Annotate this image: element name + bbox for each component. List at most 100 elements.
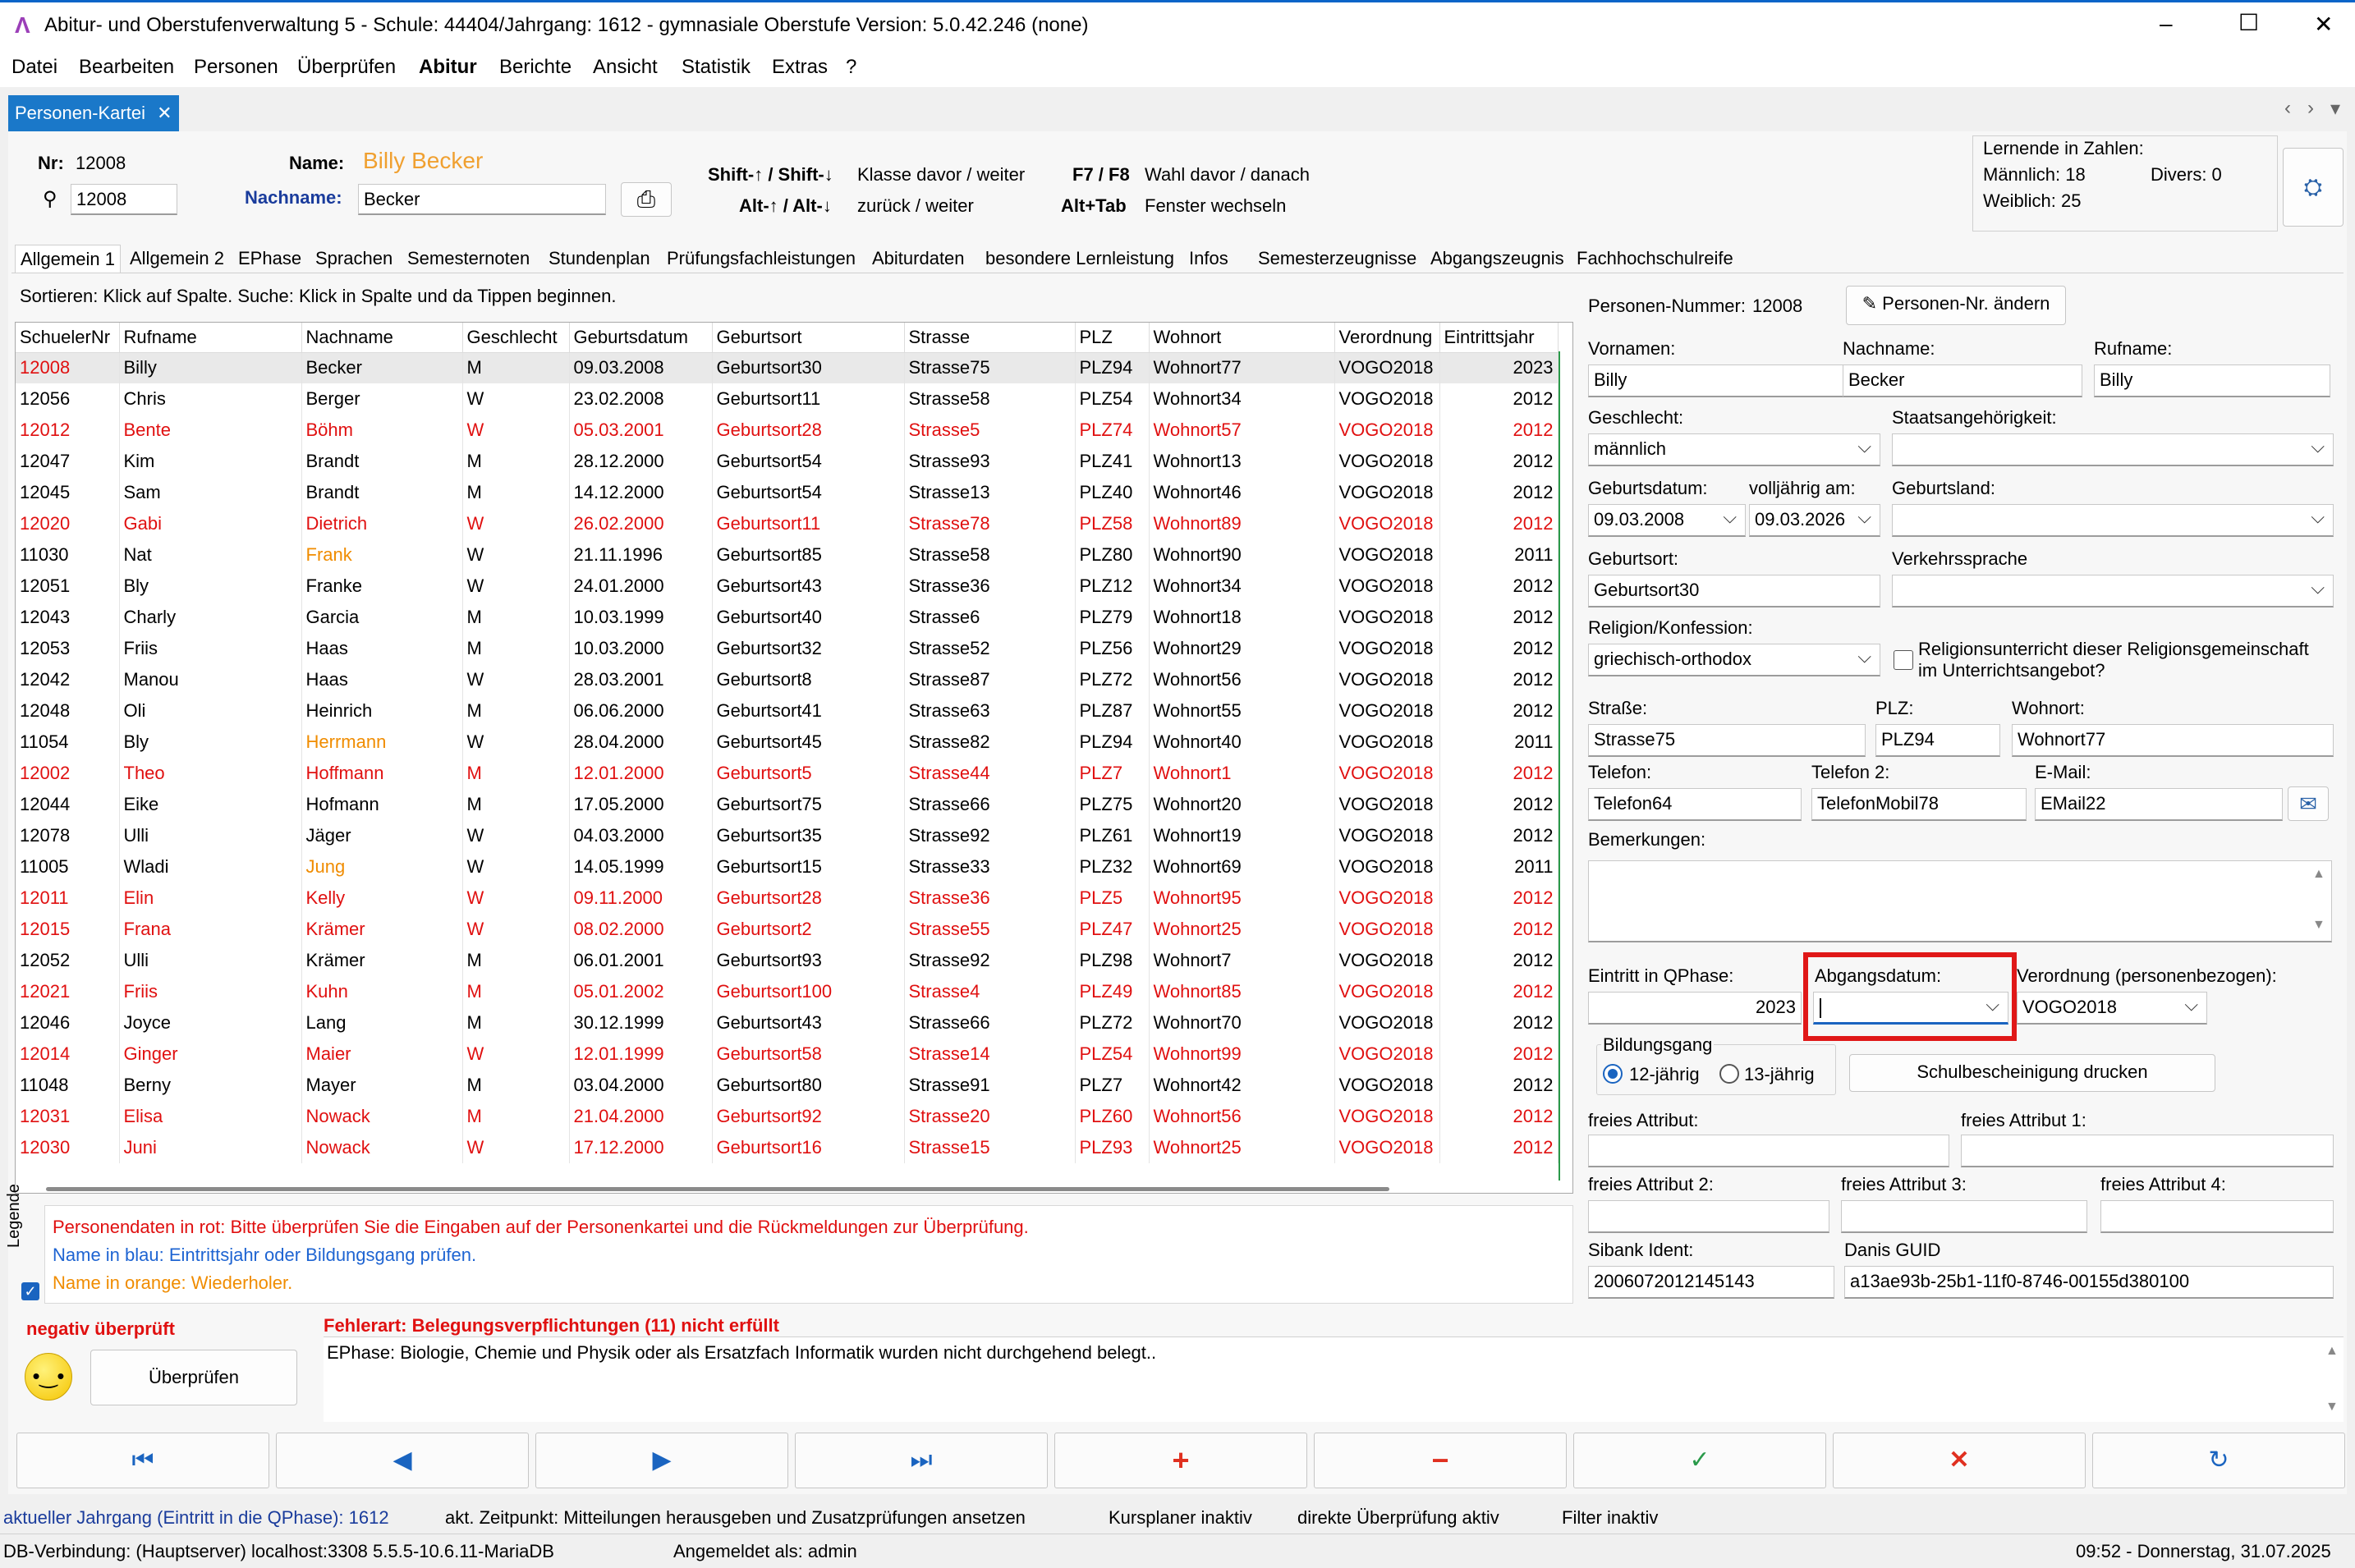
table-row[interactable]: 11054 Bly Herrmann W 28.04.2000 Geburtsort45 S…: [16, 727, 1559, 758]
menu-ansicht[interactable]: Ansicht: [593, 56, 658, 79]
tab-abgangszeugnis[interactable]: Abgangszeugnis: [1425, 245, 1569, 273]
verkehrssprache-select[interactable]: [1892, 575, 2334, 607]
refresh-button[interactable]: ↻: [2092, 1433, 2345, 1488]
bemerkungen-scroll-down-icon[interactable]: ▼: [2312, 918, 2325, 933]
bildungsgang-12-radio[interactable]: [1603, 1064, 1623, 1084]
geburtsdatum-picker[interactable]: 09.03.2008: [1588, 504, 1746, 537]
wohnort-input[interactable]: Wohnort77: [2012, 724, 2334, 757]
vornamen-input[interactable]: Billy: [1588, 364, 1874, 397]
table-row[interactable]: 12044 Eike Hofmann M 17.05.2000 Geburtsort75 S…: [16, 789, 1559, 820]
delete-record-button[interactable]: −: [1314, 1433, 1567, 1488]
tab-personen-kartei[interactable]: Personen-Kartei ✕: [8, 95, 179, 131]
menu-ueberpruefen[interactable]: Überprüfen: [297, 56, 396, 79]
save-record-button[interactable]: ✓: [1573, 1433, 1826, 1488]
table-row[interactable]: 12008 Billy Becker M 09.03.2008 Geburtsort30 S…: [16, 352, 1559, 383]
table-row[interactable]: 12021 Friis Kuhn M 05.01.2002 Geburtsort100 St…: [16, 976, 1559, 1007]
table-row[interactable]: 12031 Elisa Nowack M 21.04.2000 Geburtsort92 S…: [16, 1101, 1559, 1132]
menu-bearbeiten[interactable]: Bearbeiten: [79, 56, 174, 79]
plz-input[interactable]: PLZ94: [1875, 724, 2000, 757]
tab-fachhochschulreife[interactable]: Fachhochschulreife: [1572, 245, 1738, 273]
column-header[interactable]: Verordnung: [1334, 323, 1440, 353]
error-scroll-up-icon[interactable]: ▲: [2325, 1344, 2339, 1359]
tab-ephase[interactable]: EPhase: [233, 245, 306, 273]
telefon2-input[interactable]: TelefonMobil78: [1811, 788, 2027, 821]
email-input[interactable]: EMail22: [2035, 788, 2283, 821]
tab-besondere-lernleistung[interactable]: besondere Lernleistung: [980, 245, 1179, 273]
volljaehrig-picker[interactable]: 09.03.2026: [1749, 504, 1880, 537]
column-header[interactable]: Nachname: [301, 323, 463, 353]
tab-semesterzeugnisse[interactable]: Semesterzeugnisse: [1253, 245, 1421, 273]
tab-allgemein-1[interactable]: Allgemein 1: [15, 245, 121, 273]
tab-allgemein-2[interactable]: Allgemein 2: [125, 245, 229, 273]
nachname-header-input[interactable]: Becker: [358, 184, 606, 215]
telefon-input[interactable]: Telefon64: [1588, 788, 1802, 821]
table-row[interactable]: 12048 Oli Heinrich M 06.06.2000 Geburtsort41 S…: [16, 695, 1559, 727]
tab-stundenplan[interactable]: Stundenplan: [544, 245, 655, 273]
ueberpruefen-button[interactable]: Überprüfen: [90, 1350, 297, 1405]
maximize-button[interactable]: ☐: [2238, 9, 2259, 36]
table-row[interactable]: 11005 Wladi Jung W 14.05.1999 Geburtsort15 Str…: [16, 851, 1559, 883]
table-row[interactable]: 12014 Ginger Maier W 12.01.1999 Geburtsort58 S…: [16, 1038, 1559, 1070]
table-row[interactable]: 12012 Bente Böhm W 05.03.2001 Geburtsort28 Str…: [16, 415, 1559, 446]
geschlecht-select[interactable]: männlich: [1588, 433, 1880, 466]
bemerkungen-textarea[interactable]: [1588, 860, 2332, 942]
tab-scroll-left-icon[interactable]: ‹: [2284, 97, 2291, 120]
table-row[interactable]: 12052 Ulli Krämer M 06.01.2001 Geburtsort93 St…: [16, 945, 1559, 976]
column-header[interactable]: Geburtsort: [712, 323, 905, 353]
close-window-button[interactable]: ✕: [2314, 11, 2333, 38]
table-row[interactable]: 12042 Manou Haas W 28.03.2001 Geburtsort8 Stra…: [16, 664, 1559, 695]
column-header[interactable]: Wohnort: [1149, 323, 1335, 353]
staatsangehoerigkeit-select[interactable]: [1892, 433, 2334, 466]
close-tab-icon[interactable]: ✕: [157, 103, 172, 123]
attr1-input[interactable]: [1961, 1135, 2334, 1167]
attr-input[interactable]: [1588, 1135, 1949, 1167]
religion-checkbox[interactable]: [1894, 650, 1913, 670]
table-row[interactable]: 12078 Ulli Jäger W 04.03.2000 Geburtsort35 Str…: [16, 820, 1559, 851]
table-row[interactable]: 12051 Bly Franke W 24.01.2000 Geburtsort43 Str…: [16, 571, 1559, 602]
attr4-input[interactable]: [2100, 1200, 2334, 1233]
sibank-input[interactable]: 2006072012145143: [1588, 1266, 1834, 1299]
column-header[interactable]: Eintrittsjahr: [1439, 323, 1559, 353]
tab-list-icon[interactable]: ▾: [2330, 97, 2340, 121]
column-header[interactable]: Strasse: [904, 323, 1076, 353]
schulbescheinigung-button[interactable]: Schulbescheinigung drucken: [1849, 1054, 2215, 1092]
column-header[interactable]: PLZ: [1075, 323, 1150, 353]
tab-sprachen[interactable]: Sprachen: [310, 245, 397, 273]
menu-extras[interactable]: Extras: [772, 56, 828, 79]
eintritt-qphase-input[interactable]: 2023: [1588, 992, 1802, 1025]
table-row[interactable]: 12015 Frana Krämer W 08.02.2000 Geburtsort2 St…: [16, 914, 1559, 945]
table-row[interactable]: 12045 Sam Brandt M 14.12.2000 Geburtsort54 Str…: [16, 477, 1559, 508]
table-row[interactable]: 12047 Kim Brandt M 28.12.2000 Geburtsort54 Str…: [16, 446, 1559, 477]
menu-berichte[interactable]: Berichte: [499, 56, 572, 79]
change-personen-nr-button[interactable]: ✎ Personen-Nr. ändern: [1846, 286, 2066, 325]
table-row[interactable]: 12011 Elin Kelly W 09.11.2000 Geburtsort28 Str…: [16, 883, 1559, 914]
table-row[interactable]: 11030 Nat Frank W 21.11.1996 Geburtsort85 Stra…: [16, 539, 1559, 571]
menu-datei[interactable]: Datei: [11, 56, 57, 79]
student-table[interactable]: SchuelerNr Rufname Nachname Geschlecht Gebur…: [15, 322, 1573, 1194]
bemerkungen-scroll-up-icon[interactable]: ▲: [2312, 867, 2325, 882]
menu-abitur[interactable]: Abitur: [419, 56, 477, 79]
geburtsland-select[interactable]: [1892, 504, 2334, 537]
rufname-input[interactable]: Billy: [2094, 364, 2330, 397]
tab-scroll-right-icon[interactable]: ›: [2307, 97, 2314, 120]
next-record-button[interactable]: ▶: [535, 1433, 788, 1488]
table-row[interactable]: 12056 Chris Berger W 23.02.2008 Geburtsort11 S…: [16, 383, 1559, 415]
column-header[interactable]: Geburtsdatum: [569, 323, 713, 353]
menu-help[interactable]: ?: [846, 56, 856, 79]
cancel-edit-button[interactable]: ✕: [1833, 1433, 2086, 1488]
table-row[interactable]: 12043 Charly Garcia M 10.03.1999 Geburtsort40…: [16, 602, 1559, 633]
column-header[interactable]: Geschlecht: [462, 323, 570, 353]
student-search-input[interactable]: 12008: [71, 184, 177, 215]
legend-toggle-checkbox[interactable]: ✓: [21, 1282, 39, 1300]
column-header[interactable]: SchuelerNr: [16, 323, 120, 353]
first-record-button[interactable]: ⏮: [16, 1433, 269, 1488]
danis-input[interactable]: a13ae93b-25b1-11f0-8746-00155d380100: [1844, 1266, 2334, 1299]
table-row[interactable]: 12030 Juni Nowack W 17.12.2000 Geburtsort16 St…: [16, 1132, 1559, 1163]
attr2-input[interactable]: [1588, 1200, 1829, 1233]
menu-personen[interactable]: Personen: [194, 56, 278, 79]
religion-select[interactable]: griechisch-orthodox: [1588, 644, 1880, 676]
table-row[interactable]: 12020 Gabi Dietrich W 26.02.2000 Geburtsort11…: [16, 508, 1559, 539]
menu-statistik[interactable]: Statistik: [682, 56, 751, 79]
add-record-button[interactable]: +: [1054, 1433, 1307, 1488]
tab-infos[interactable]: Infos: [1184, 245, 1233, 273]
